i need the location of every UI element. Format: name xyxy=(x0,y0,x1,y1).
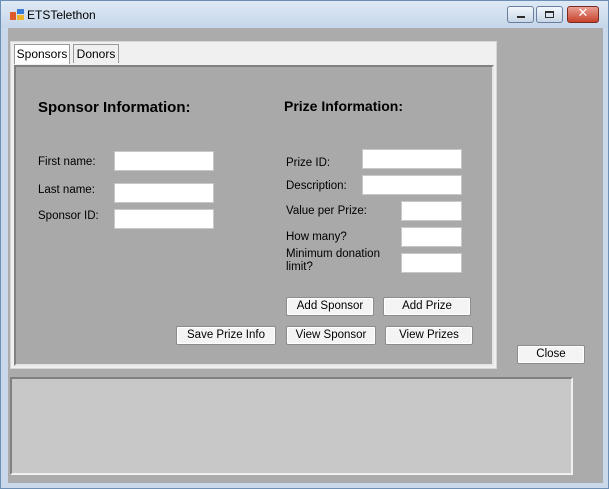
minimum-donation-field[interactable] xyxy=(401,253,462,273)
sponsors-tab-page: Sponsor Information: First name: Last na… xyxy=(14,65,494,366)
close-icon: ✕ xyxy=(577,6,589,21)
app-window: ETSTelethon ✕ Sponsors Donors Sponsor In… xyxy=(0,0,609,489)
first-name-field[interactable] xyxy=(114,151,214,171)
value-per-prize-field[interactable] xyxy=(401,201,462,221)
sponsor-id-field[interactable] xyxy=(114,209,214,229)
output-panel xyxy=(10,377,573,475)
title-bar[interactable]: ETSTelethon ✕ xyxy=(1,1,608,28)
first-name-label: First name: xyxy=(38,156,96,168)
view-prizes-button[interactable]: View Prizes xyxy=(385,326,473,345)
app-icon xyxy=(10,9,24,20)
add-prize-button[interactable]: Add Prize xyxy=(383,297,471,316)
value-per-prize-label: Value per Prize: xyxy=(286,205,367,217)
minimize-button[interactable] xyxy=(507,6,534,23)
prize-id-label: Prize ID: xyxy=(286,157,331,169)
description-label: Description: xyxy=(286,180,347,192)
tab-control: Sponsors Donors Sponsor Information: Fir… xyxy=(10,41,497,369)
tab-donors[interactable]: Donors xyxy=(73,44,119,63)
client-area: Sponsors Donors Sponsor Information: Fir… xyxy=(8,28,603,483)
tab-sponsors[interactable]: Sponsors xyxy=(14,44,70,64)
close-window-button[interactable]: ✕ xyxy=(567,6,599,23)
window-title: ETSTelethon xyxy=(27,8,96,22)
view-sponsor-button[interactable]: View Sponsor xyxy=(286,326,376,345)
sponsor-heading: Sponsor Information: xyxy=(38,99,191,116)
add-sponsor-button[interactable]: Add Sponsor xyxy=(286,297,374,316)
how-many-field[interactable] xyxy=(401,227,462,247)
how-many-label: How many? xyxy=(286,231,347,243)
description-field[interactable] xyxy=(362,175,462,195)
sponsor-id-label: Sponsor ID: xyxy=(38,210,99,222)
save-prize-info-button[interactable]: Save Prize Info xyxy=(176,326,276,345)
minimize-icon xyxy=(517,16,525,18)
minimum-donation-label: Minimum donation limit? xyxy=(286,248,380,273)
prize-heading: Prize Information: xyxy=(284,98,404,114)
prize-id-field[interactable] xyxy=(362,149,462,169)
maximize-button[interactable] xyxy=(536,6,563,23)
last-name-field[interactable] xyxy=(114,183,214,203)
last-name-label: Last name: xyxy=(38,184,95,196)
close-button[interactable]: Close xyxy=(517,345,585,364)
maximize-icon xyxy=(545,11,554,18)
